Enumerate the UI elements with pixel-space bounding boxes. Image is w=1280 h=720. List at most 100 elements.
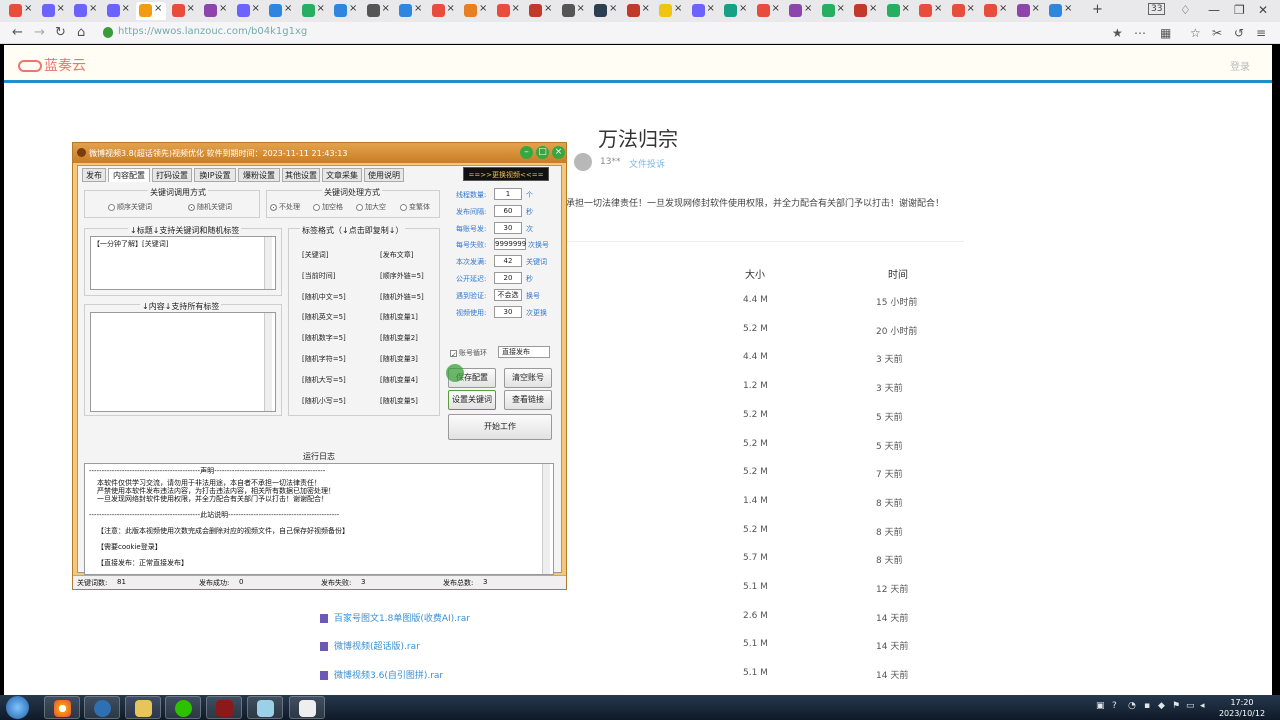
tools-icon[interactable]: ✂ (1212, 26, 1222, 40)
scrollbar[interactable] (264, 237, 272, 289)
tag-copy-item[interactable]: [随机变量4] (380, 375, 418, 385)
taskbar-app[interactable] (206, 696, 242, 719)
browser-tab[interactable]: × (1046, 2, 1076, 20)
close-tab-icon[interactable]: × (869, 3, 877, 14)
tag-copy-item[interactable]: [当前时间] (302, 271, 335, 281)
tab-counter[interactable]: 33 (1148, 3, 1166, 15)
radio-random-keyword[interactable]: 随机关键词 (188, 202, 232, 212)
close-tab-icon[interactable]: × (739, 3, 747, 14)
radio-no-process[interactable]: 不处理 (270, 202, 300, 212)
radio-traditional[interactable]: 变繁体 (400, 202, 430, 212)
tag-copy-item[interactable]: [随机变量5] (380, 396, 418, 406)
close-tab-icon[interactable]: × (252, 3, 260, 14)
tag-copy-item[interactable]: [关键词] (302, 250, 328, 260)
close-tab-icon[interactable]: × (414, 3, 422, 14)
close-tab-icon[interactable]: × (609, 3, 617, 14)
close-tab-icon[interactable]: × (349, 3, 357, 14)
browser-tab[interactable]: × (981, 2, 1011, 20)
log-box[interactable]: ----------------------------------------… (84, 463, 554, 575)
tag-copy-item[interactable]: [随机字符=5] (302, 354, 346, 364)
minimize-icon[interactable]: — (1208, 3, 1220, 17)
param-input[interactable]: 30 (494, 221, 522, 234)
star-icon[interactable]: ★ (1112, 26, 1123, 40)
browser-tab[interactable]: × (949, 2, 979, 20)
close-tab-icon[interactable]: × (57, 3, 65, 14)
browser-tab[interactable]: × (819, 2, 849, 20)
url-field[interactable]: https://wwos.lanzouc.com/b04k1g1xg (118, 26, 307, 37)
file-link[interactable]: 微博视频3.6(自引图拼).rar (320, 668, 443, 681)
tag-copy-item[interactable]: [随机数字=5] (302, 333, 346, 343)
close-window-icon[interactable]: ✕ (1258, 3, 1268, 17)
close-tab-icon[interactable]: × (122, 3, 130, 14)
close-tab-icon[interactable]: × (187, 3, 195, 14)
browser-tab[interactable]: × (396, 2, 426, 20)
browser-tab[interactable]: × (559, 2, 589, 20)
flag-icon[interactable]: ⚑ (1172, 701, 1180, 711)
clock[interactable]: 17:20 2023/10/12 (1214, 697, 1270, 719)
browser-tab[interactable]: × (461, 2, 491, 20)
taskbar-explorer[interactable] (125, 696, 161, 719)
browser-tab[interactable]: × (754, 2, 784, 20)
close-tab-icon[interactable]: × (1064, 3, 1072, 14)
start-button[interactable] (6, 696, 29, 719)
tag-copy-item[interactable]: [随机大写=5] (302, 375, 346, 385)
taskbar-tool[interactable] (247, 696, 283, 719)
minimize-icon[interactable]: – (520, 146, 533, 159)
param-input[interactable]: 9999999 (494, 238, 526, 251)
tag-copy-item[interactable]: [随机变量2] (380, 333, 418, 343)
browser-tab[interactable]: × (721, 2, 751, 20)
publish-mode-select[interactable]: 直接发布 (498, 346, 550, 358)
file-link[interactable]: 微博视频(超话版).rar (320, 639, 420, 652)
browser-tab[interactable]: × (201, 2, 231, 20)
app-tab[interactable]: 其他设置 (282, 168, 320, 182)
browser-tab[interactable]: × (591, 2, 621, 20)
close-tab-icon[interactable]: × (154, 3, 162, 14)
browser-tab[interactable]: × (624, 2, 654, 20)
scrollbar[interactable] (542, 464, 550, 574)
scrollbar[interactable] (264, 313, 272, 411)
tray-icon[interactable]: ▪ (1144, 701, 1150, 711)
volume-icon[interactable]: ◂ (1200, 701, 1205, 711)
app-title-bar[interactable]: 微博视频3.8(超话领先)视频优化 软件到期时间：2023-11-11 21:4… (73, 143, 566, 163)
shirt-icon[interactable]: ♢ (1180, 3, 1191, 17)
close-tab-icon[interactable]: × (479, 3, 487, 14)
browser-tab[interactable]: × (916, 2, 946, 20)
taskbar-wechat[interactable] (165, 696, 201, 719)
taskbar-chrome[interactable] (44, 696, 80, 719)
monitor-icon[interactable]: ▭ (1186, 701, 1195, 711)
close-tab-icon[interactable]: × (284, 3, 292, 14)
tag-copy-item[interactable]: [随机外链=5] (380, 292, 424, 302)
browser-tab[interactable]: × (6, 2, 36, 20)
browser-tab[interactable]: × (364, 2, 394, 20)
tag-copy-item[interactable]: [随机变量3] (380, 354, 418, 364)
browser-tab[interactable]: × (299, 2, 329, 20)
browser-tab[interactable]: × (39, 2, 69, 20)
browser-tab[interactable]: × (494, 2, 524, 20)
close-tab-icon[interactable]: × (219, 3, 227, 14)
close-tab-icon[interactable]: × (999, 3, 1007, 14)
taskbar-media[interactable] (289, 696, 325, 719)
tag-copy-item[interactable]: [随机中文=5] (302, 292, 346, 302)
view-links-button[interactable]: 查看链接 (504, 390, 552, 410)
app-tab[interactable]: 文章采集 (322, 168, 362, 182)
browser-tab[interactable]: × (656, 2, 686, 20)
set-keywords-button[interactable]: 设置关键词 (448, 390, 496, 410)
browser-tab[interactable]: × (266, 2, 296, 20)
switch-video-button[interactable]: ==>>更换视频<<== (463, 167, 549, 181)
report-link[interactable]: 文件投诉 (629, 157, 665, 170)
browser-tab[interactable]: × (1014, 2, 1044, 20)
param-input[interactable]: 1 (494, 188, 522, 200)
close-tab-icon[interactable]: × (707, 3, 715, 14)
app-tab[interactable]: 内容配置 (108, 168, 150, 182)
tag-copy-item[interactable]: [发布文章] (380, 250, 413, 260)
app-tab[interactable]: 发布 (82, 168, 106, 182)
more-icon[interactable]: ⋯ (1134, 26, 1146, 40)
close-tab-icon[interactable]: × (382, 3, 390, 14)
clear-accounts-button[interactable]: 清空账号 (504, 368, 552, 388)
browser-tab[interactable]: × (136, 2, 166, 20)
maximize-icon[interactable]: □ (536, 146, 549, 159)
title-textarea[interactable]: 【一分钟了解】[关键词] (90, 236, 276, 290)
param-input[interactable]: 不会选 (494, 288, 522, 301)
browser-tab[interactable]: × (104, 2, 134, 20)
close-tab-icon[interactable]: × (544, 3, 552, 14)
